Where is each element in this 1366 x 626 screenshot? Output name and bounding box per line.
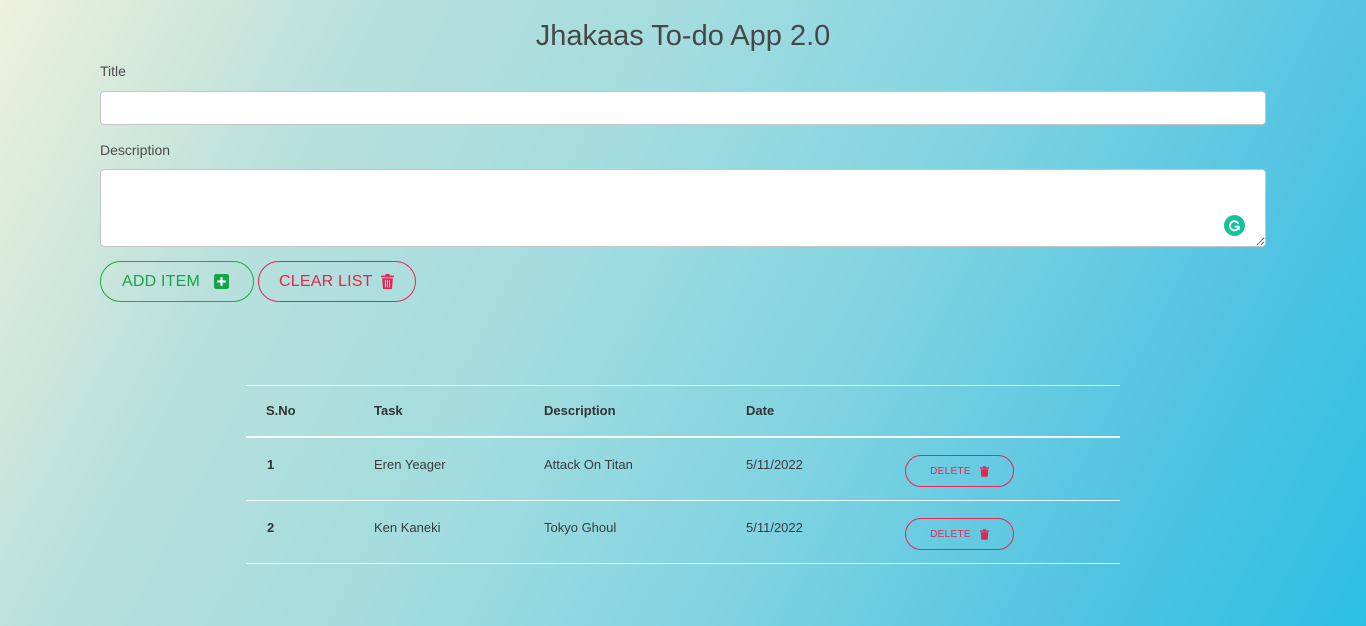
header-task: Task [374, 403, 403, 418]
grammarly-g-icon [1229, 220, 1240, 232]
row-date: 5/11/2022 [746, 520, 803, 535]
table-row: 1 Eren Yeager Attack On Titan 5/11/2022 … [246, 438, 1120, 501]
row-task: Ken Kaneki [374, 520, 441, 535]
title-label: Title [100, 63, 126, 79]
title-input[interactable] [100, 91, 1266, 125]
task-table: S.No Task Description Date 1 Eren Yeager… [246, 385, 1120, 564]
delete-label: DELETE [930, 528, 971, 540]
delete-label: DELETE [930, 465, 971, 477]
row-description: Attack On Titan [544, 457, 633, 472]
plus-square-icon [214, 274, 230, 289]
header-sno: S.No [266, 403, 296, 418]
description-label: Description [100, 142, 171, 158]
row-sno: 1 [267, 457, 275, 472]
description-textarea[interactable] [100, 169, 1266, 247]
row-task: Eren Yeager [374, 457, 446, 472]
add-item-label: ADD ITEM [122, 272, 201, 290]
delete-button[interactable]: DELETE [905, 455, 1014, 487]
table-row: 2 Ken Kaneki Tokyo Ghoul 5/11/2022 DELET… [246, 501, 1120, 564]
app-title: Jhakaas To-do App 2.0 [535, 20, 831, 52]
header-date: Date [746, 403, 775, 418]
clear-list-button[interactable]: CLEAR LIST [258, 261, 416, 302]
delete-button[interactable]: DELETE [905, 518, 1014, 550]
trash-icon [380, 274, 394, 289]
add-item-button[interactable]: ADD ITEM [100, 261, 254, 302]
row-description: Tokyo Ghoul [544, 520, 617, 535]
row-sno: 2 [267, 520, 275, 535]
row-date: 5/11/2022 [746, 457, 803, 472]
header-description: Description [544, 403, 616, 418]
grammarly-icon[interactable] [1224, 215, 1245, 236]
trash-icon [979, 465, 989, 477]
clear-list-label: CLEAR LIST [279, 272, 373, 290]
trash-icon [979, 528, 989, 540]
table-header-row: S.No Task Description Date [246, 386, 1120, 438]
